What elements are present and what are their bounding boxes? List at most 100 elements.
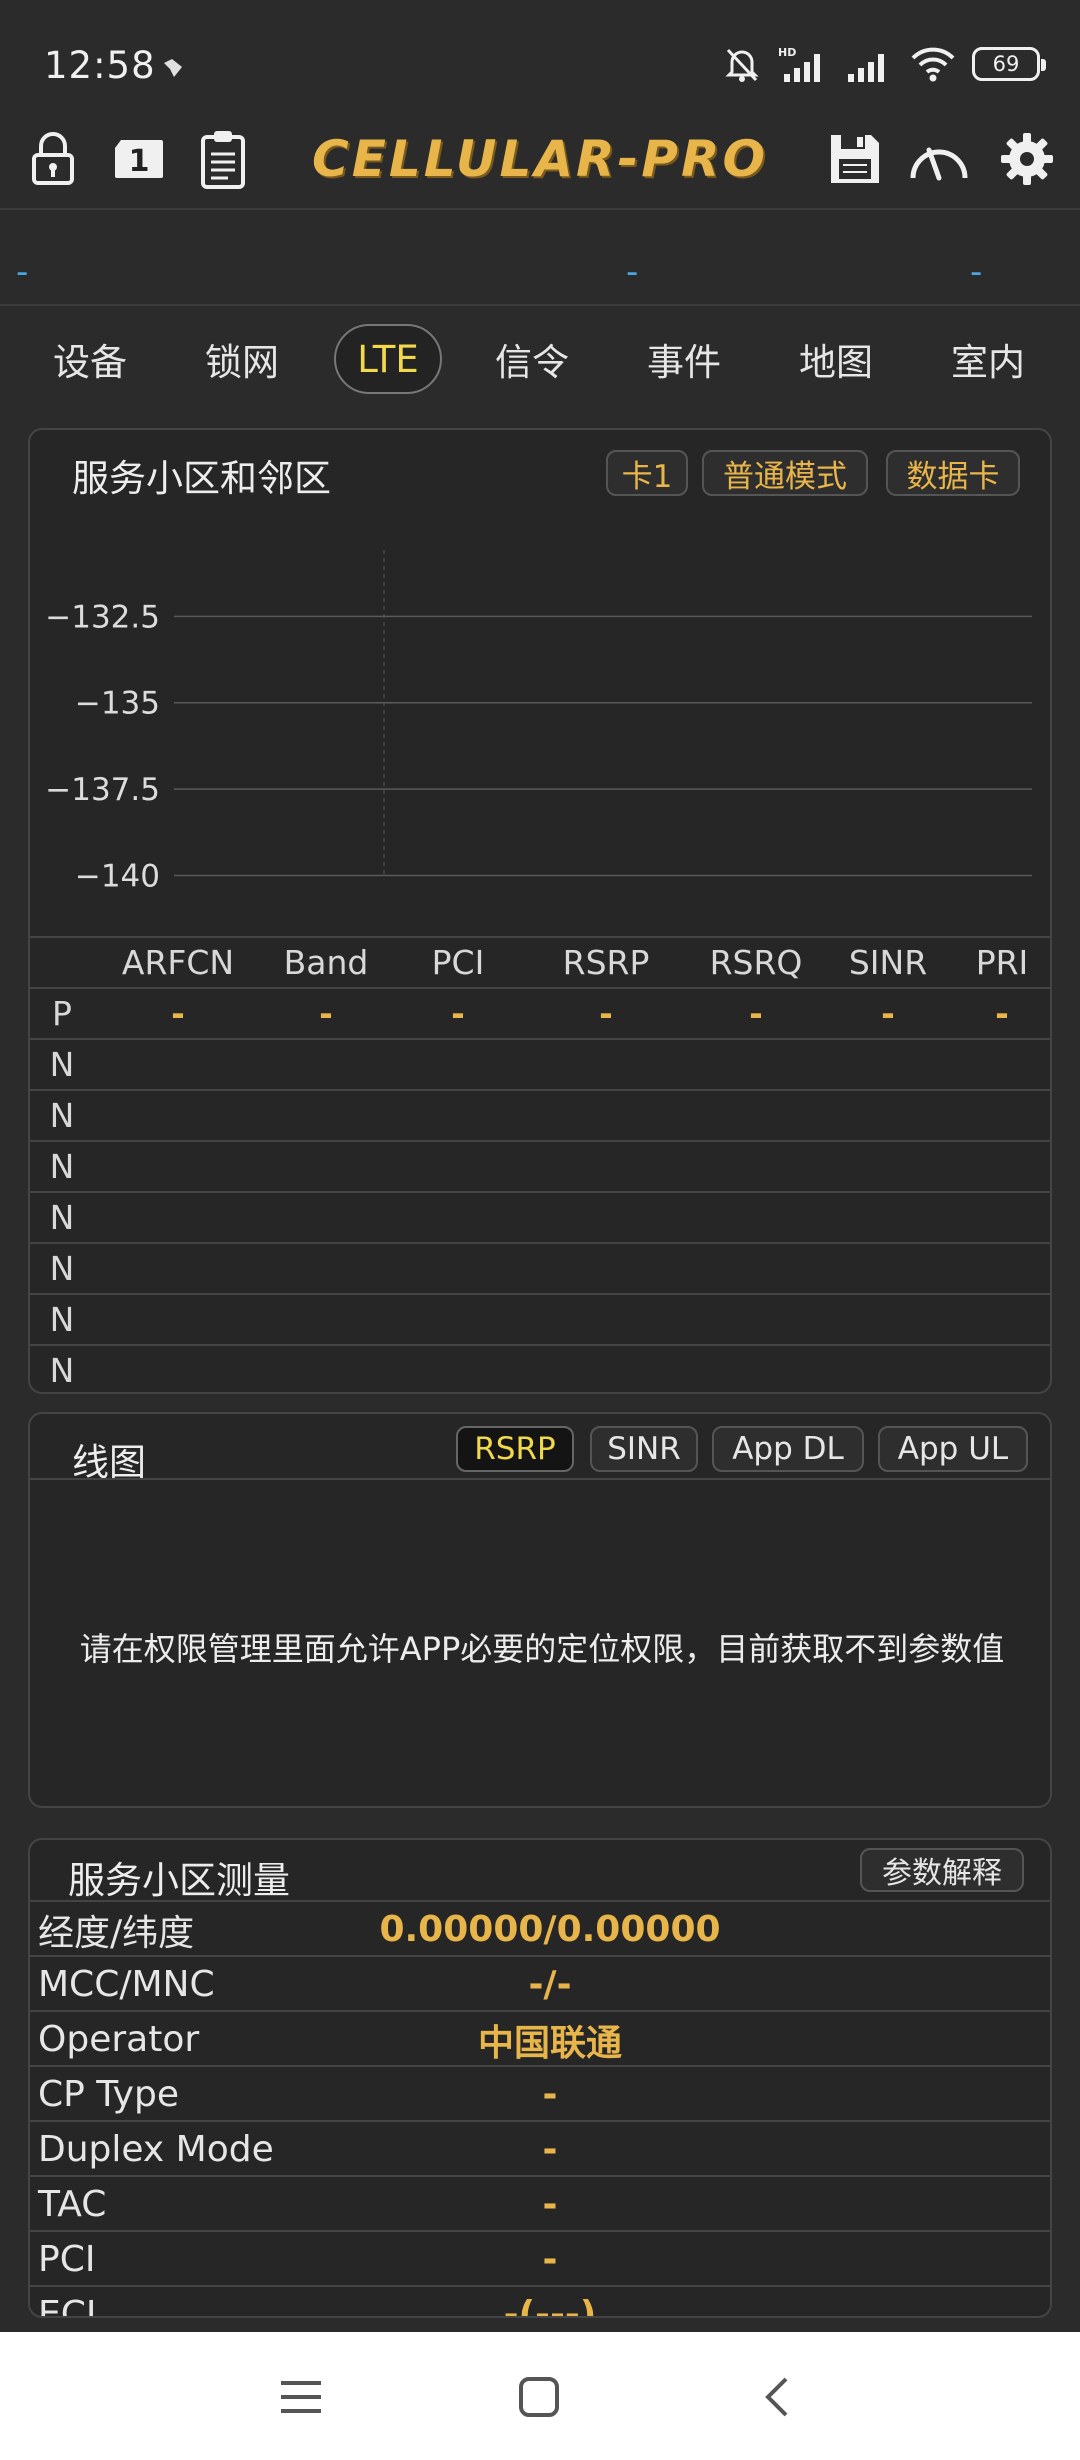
table-header-cell: PRI [975,943,1029,982]
table-cell: N [49,1300,75,1339]
tab-lte[interactable]: LTE [334,324,442,394]
table-row: N [30,1191,1050,1242]
table-cell [251,1091,401,1140]
menu-button[interactable] [266,2362,336,2432]
table-cell [103,1244,253,1293]
table-cell [383,1142,533,1191]
table-cell [383,1346,533,1392]
tab-indoor[interactable]: 室内 [938,324,1038,394]
speed-test-button[interactable] [904,124,974,194]
measure-row: TAC - [30,2175,1050,2230]
table-cell [103,1040,253,1089]
measure-row: MCC/MNC -/- [30,1955,1050,2010]
sim-select-button[interactable]: 1 [104,124,174,194]
save-button[interactable] [820,124,890,194]
table-cell [383,1193,533,1242]
table-cell [927,1142,1050,1191]
home-button[interactable] [504,2362,574,2432]
table-row: N [30,1242,1050,1293]
sim-chip[interactable]: 卡1 [606,450,688,496]
table-cell [383,1040,533,1089]
table-cell [251,1193,401,1242]
table-cell: N [49,1096,75,1135]
line-chart-panel: 线图 RSRP SINR App DL App UL 请在权限管理里面允许APP… [28,1412,1052,1808]
table-cell: N [49,1147,75,1186]
table-cell [383,1295,533,1344]
y-tick-label: −137.5 [45,772,160,808]
measure-value: - [542,2184,558,2225]
table-cell [251,1295,401,1344]
measure-key: 经度/纬度 [38,1912,195,1954]
y-tick-label: −140 [75,858,160,894]
chip-rsrp[interactable]: RSRP [456,1426,574,1472]
signal-chart: −132.5 −135 −137.5 −140 [45,550,1032,894]
table-row: N [30,1038,1050,1089]
table-cell [531,1142,681,1191]
signal-icon [848,54,884,82]
home-icon [519,2377,559,2417]
tab-device[interactable]: 设备 [40,324,140,394]
back-button[interactable] [742,2362,812,2432]
table-cell [251,1142,401,1191]
tab-map[interactable]: 地图 [786,324,886,394]
info-value-1: - [16,252,29,292]
param-explain-button[interactable]: 参数解释 [860,1848,1024,1892]
measure-row: 经度/纬度 0.00000/0.00000 [30,1900,1050,1955]
table-cell [681,1142,831,1191]
table-cell [531,1244,681,1293]
chip-sinr[interactable]: SINR [590,1426,698,1472]
chip-app-dl[interactable]: App DL [712,1426,864,1472]
main-tabs: 设备 锁网 LTE 信令 事件 地图 室内 [0,318,1080,400]
measure-key: PCI [38,2239,96,2280]
table-cell [927,1295,1050,1344]
table-cell [927,1346,1050,1392]
table-cell: N [49,1045,75,1084]
table-cell [251,1346,401,1392]
table-header-cell: Band [283,943,369,982]
table-cell [531,1091,681,1140]
measure-row: ECI -(---) [30,2285,1050,2318]
table-cell [531,1040,681,1089]
table-cell [103,1193,253,1242]
table-row: N [30,1140,1050,1191]
measure-value: -(---) [503,2294,597,2318]
table-cell [681,1244,831,1293]
measure-row: Operator 中国联通 [30,2010,1050,2065]
table-cell: - [319,994,333,1033]
measure-value: - [542,2239,558,2280]
chip-app-ul[interactable]: App UL [878,1426,1028,1472]
settings-button[interactable] [992,124,1062,194]
status-icons: HD 69 [722,42,1046,86]
table-cell [927,1040,1050,1089]
clipboard-icon [201,131,245,189]
table-cell [103,1295,253,1344]
tab-events[interactable]: 事件 [634,324,734,394]
table-cell [681,1346,831,1392]
table-cell [103,1346,253,1392]
tab-lock-network[interactable]: 锁网 [192,324,292,394]
back-icon [765,2377,788,2417]
clipboard-button[interactable] [188,124,258,194]
table-cell: N [49,1249,75,1288]
measure-row: CP Type - [30,2065,1050,2120]
lock-icon [32,132,74,185]
measure-key: Duplex Mode [38,2129,274,2170]
table-row: N [30,1344,1050,1392]
table-cell [681,1040,831,1089]
table-cell [103,1142,253,1191]
lock-button[interactable] [18,124,88,194]
data-card-chip[interactable]: 数据卡 [886,450,1020,496]
serving-neighbor-panel: 服务小区和邻区 卡1 普通模式 数据卡 −132.5 −135 −137.5 −140… [28,428,1052,1394]
tab-signaling[interactable]: 信令 [482,324,582,394]
table-cell [927,1244,1050,1293]
gear-icon [1001,133,1053,185]
table-cell: - [451,994,465,1033]
do-not-disturb-bell-icon [725,48,759,82]
measure-value: 中国联通 [477,2022,622,2064]
table-cell [681,1091,831,1140]
table-header-cell: ARFCN [121,943,235,982]
table-row: N [30,1293,1050,1344]
serving-measure-panel: 服务小区测量 参数解释 经度/纬度 0.00000/0.00000 MCC/MNC -… [28,1838,1052,2318]
mode-chip[interactable]: 普通模式 [702,450,868,496]
table-cell [383,1091,533,1140]
